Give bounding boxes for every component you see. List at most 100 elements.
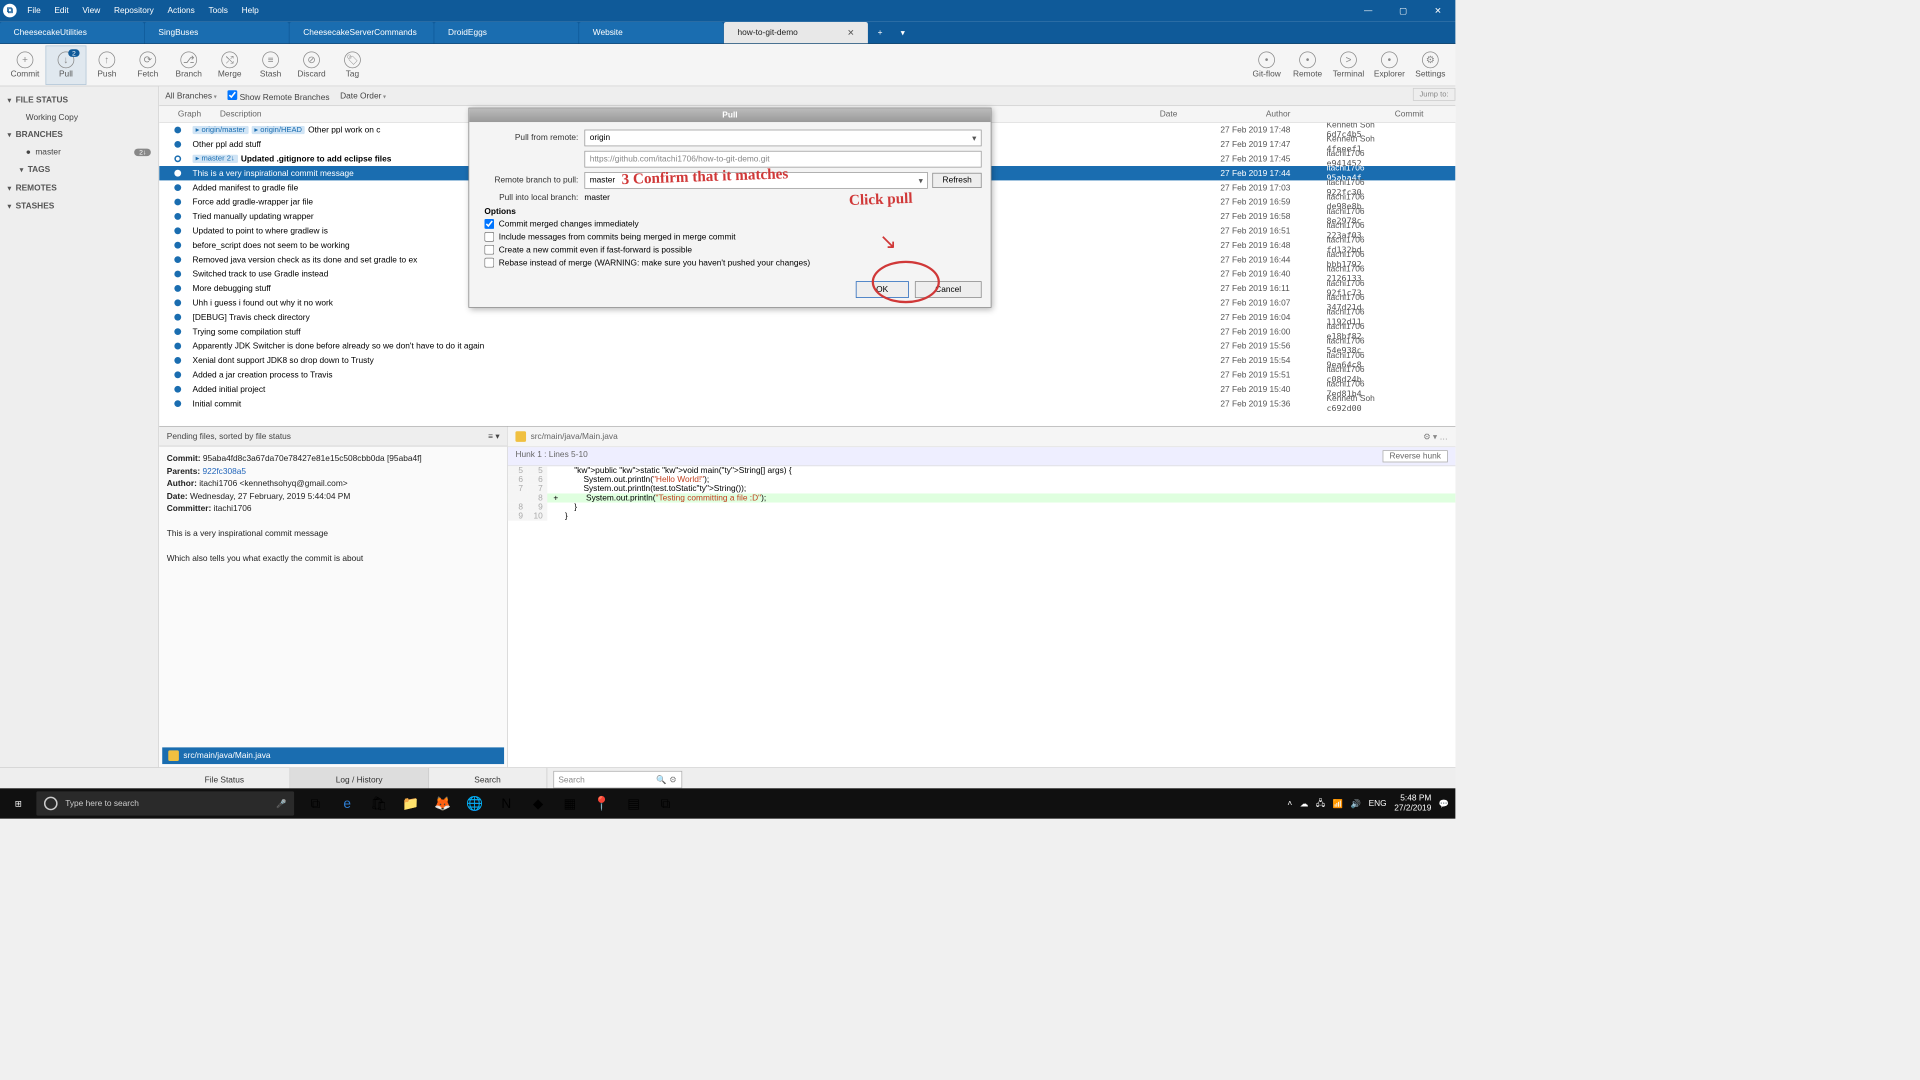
terminal-button[interactable]: >Terminal bbox=[1328, 45, 1369, 84]
hunk-label: Hunk 1 : Lines 5-10 bbox=[515, 450, 587, 462]
ok-button[interactable]: OK bbox=[856, 281, 909, 298]
sourcetree-icon[interactable]: ⧉ bbox=[650, 788, 680, 818]
app-icon[interactable]: ▤ bbox=[619, 788, 649, 818]
git-flow-button[interactable]: •Git-flow bbox=[1246, 45, 1287, 84]
title-bar: ⧉ FileEditViewRepositoryActionsToolsHelp… bbox=[0, 0, 1455, 21]
tab-menu-button[interactable]: ▾ bbox=[891, 22, 914, 43]
repo-tab[interactable]: how-to-git-demo✕ bbox=[724, 22, 868, 43]
repo-tab[interactable]: CheesecakeUtilities bbox=[0, 22, 144, 43]
menu-actions[interactable]: Actions bbox=[161, 3, 200, 18]
sidebar: FILE STATUS Working Copy BRANCHES ●maste… bbox=[0, 86, 159, 767]
commit-row[interactable]: [DEBUG] Travis check directory27 Feb 201… bbox=[159, 310, 1455, 324]
commit-row[interactable]: Trying some compilation stuff27 Feb 2019… bbox=[159, 324, 1455, 338]
firefox-icon[interactable]: 🦊 bbox=[428, 788, 458, 818]
search-icon: 🔍 ⚙ bbox=[656, 775, 676, 785]
commit-row[interactable]: Added a jar creation process to Travis27… bbox=[159, 368, 1455, 382]
minimize-button[interactable]: — bbox=[1351, 0, 1386, 21]
close-tab-icon[interactable]: ✕ bbox=[840, 28, 855, 38]
tray-clock[interactable]: 5:48 PM 27/2/2019 bbox=[1394, 793, 1431, 813]
sidebar-working-copy[interactable]: Working Copy bbox=[0, 109, 158, 126]
merge-button[interactable]: ⤭Merge bbox=[209, 45, 250, 84]
commit-button[interactable]: +Commit bbox=[5, 45, 46, 84]
pull-button[interactable]: ↓Pull2 bbox=[45, 45, 86, 84]
search-input[interactable]: Search 🔍 ⚙ bbox=[553, 771, 682, 788]
dialog-title: Pull bbox=[469, 108, 991, 122]
jump-to-label[interactable]: Jump to: bbox=[1413, 88, 1456, 101]
repo-tab[interactable]: CheesecakeServerCommands bbox=[290, 22, 434, 43]
tray-notifications-icon[interactable]: 💬 bbox=[1439, 799, 1449, 809]
tray-lang[interactable]: ENG bbox=[1369, 799, 1387, 808]
fetch-button[interactable]: ⟳Fetch bbox=[127, 45, 168, 84]
order-dropdown[interactable]: Date Order bbox=[340, 91, 386, 100]
sidebar-tags-header[interactable]: TAGS bbox=[0, 161, 158, 179]
app-icon[interactable]: N bbox=[491, 788, 521, 818]
remote-branch-select[interactable]: master bbox=[584, 172, 928, 189]
opt-rebase[interactable] bbox=[484, 258, 494, 268]
cancel-button[interactable]: Cancel bbox=[915, 281, 982, 298]
menu-file[interactable]: File bbox=[21, 3, 47, 18]
settings-button[interactable]: ⚙Settings bbox=[1410, 45, 1451, 84]
sidebar-branch-master[interactable]: ●master 2↓ bbox=[0, 144, 158, 161]
repo-tab[interactable]: DroidEggs bbox=[434, 22, 578, 43]
sidebar-stashes-header[interactable]: STASHES bbox=[0, 197, 158, 215]
remote-button[interactable]: •Remote bbox=[1287, 45, 1328, 84]
store-icon[interactable]: 🛍 bbox=[364, 788, 394, 818]
start-button[interactable]: ⊞ bbox=[0, 788, 36, 818]
branch-filter-dropdown[interactable]: All Branches bbox=[165, 91, 217, 100]
show-remote-toggle[interactable]: Show Remote Branches bbox=[227, 90, 329, 102]
task-view-icon[interactable]: ⧉ bbox=[300, 788, 330, 818]
sidebar-file-status-header[interactable]: FILE STATUS bbox=[0, 91, 158, 109]
options-label: Options bbox=[484, 207, 981, 216]
maps-icon[interactable]: 📍 bbox=[587, 788, 617, 818]
sidebar-branches-header[interactable]: BRANCHES bbox=[0, 126, 158, 144]
repo-tab[interactable]: Website bbox=[579, 22, 723, 43]
explorer-button[interactable]: •Explorer bbox=[1369, 45, 1410, 84]
tray-chevron-icon[interactable]: ˄ bbox=[1287, 799, 1292, 808]
repo-tab-strip: CheesecakeUtilitiesSingBusesCheesecakeSe… bbox=[0, 21, 1455, 44]
branch-button[interactable]: ⎇Branch bbox=[168, 45, 209, 84]
menu-view[interactable]: View bbox=[76, 3, 106, 18]
remote-select[interactable]: origin bbox=[584, 130, 981, 147]
menu-tools[interactable]: Tools bbox=[202, 3, 234, 18]
opt-commit-merged[interactable] bbox=[484, 219, 494, 229]
menu-edit[interactable]: Edit bbox=[48, 3, 75, 18]
taskbar-search[interactable]: Type here to search 🎤 bbox=[36, 791, 294, 815]
commit-metadata: Commit: 95aba4fd8c3a67da70e78427e81e15c5… bbox=[159, 446, 507, 571]
menu-repository[interactable]: Repository bbox=[108, 3, 160, 18]
stash-button[interactable]: ≡Stash bbox=[250, 45, 291, 84]
pending-files-label: Pending files, sorted by file status bbox=[167, 432, 291, 441]
mic-icon[interactable]: 🎤 bbox=[276, 799, 286, 809]
discard-button[interactable]: ⊘Discard bbox=[291, 45, 332, 84]
menu-help[interactable]: Help bbox=[236, 3, 265, 18]
changed-file-row[interactable]: src/main/java/Main.java bbox=[162, 747, 504, 764]
tray-wifi-icon[interactable]: 📶 bbox=[1333, 799, 1343, 809]
commit-row[interactable]: Apparently JDK Switcher is done before a… bbox=[159, 339, 1455, 353]
push-button[interactable]: ↑Push bbox=[86, 45, 127, 84]
refresh-button[interactable]: Refresh bbox=[933, 173, 982, 188]
reverse-hunk-button[interactable]: Reverse hunk bbox=[1383, 450, 1448, 462]
close-window-button[interactable]: ✕ bbox=[1420, 0, 1455, 21]
tag-button[interactable]: 🏷Tag bbox=[332, 45, 373, 84]
pull-dialog: Pull Pull from remote: origin https://gi… bbox=[468, 108, 991, 308]
branch-behind-count: 2↓ bbox=[135, 149, 151, 157]
commit-row[interactable]: Xenial dont support JDK8 so drop down to… bbox=[159, 353, 1455, 367]
maximize-button[interactable]: ▢ bbox=[1386, 0, 1421, 21]
tray-volume-icon[interactable]: 🔊 bbox=[1351, 799, 1361, 809]
commit-row[interactable]: Added initial project27 Feb 2019 15:40it… bbox=[159, 382, 1455, 396]
explorer-icon[interactable]: 📁 bbox=[396, 788, 426, 818]
edge-icon[interactable]: e bbox=[332, 788, 362, 818]
commit-details-pane: Pending files, sorted by file status ≡ ▾… bbox=[159, 426, 1455, 767]
sidebar-remotes-header[interactable]: REMOTES bbox=[0, 179, 158, 197]
cortana-icon bbox=[44, 797, 58, 811]
app-icon[interactable]: ◆ bbox=[523, 788, 553, 818]
opt-include-messages[interactable] bbox=[484, 232, 494, 242]
chrome-icon[interactable]: 🌐 bbox=[459, 788, 489, 818]
opt-no-ff[interactable] bbox=[484, 245, 494, 255]
tray-cloud-icon[interactable]: ☁ bbox=[1300, 799, 1308, 809]
repo-tab[interactable]: SingBuses bbox=[145, 22, 289, 43]
commit-row[interactable]: Initial commit27 Feb 2019 15:36Kenneth S… bbox=[159, 396, 1455, 410]
add-tab-button[interactable]: + bbox=[869, 22, 892, 43]
tray-network-icon[interactable]: 🖧 bbox=[1316, 796, 1325, 810]
app-icon[interactable]: ▦ bbox=[555, 788, 585, 818]
diff-options-icon[interactable]: ⚙ ▾ … bbox=[1423, 432, 1448, 442]
